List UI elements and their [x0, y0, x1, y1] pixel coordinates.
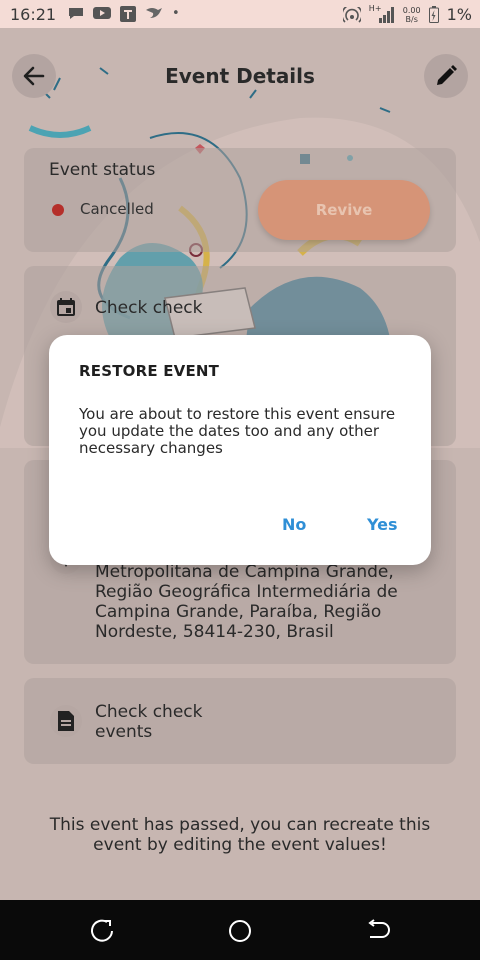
document-icon: [58, 711, 74, 731]
back-nav-icon[interactable]: [365, 918, 391, 944]
pencil-icon: [437, 65, 457, 85]
dialog-message: You are about to restore this event ensu…: [79, 405, 396, 457]
battery-level: 1%: [446, 5, 472, 24]
system-icons: H+ 0.00 B/s 1%: [342, 4, 472, 24]
dialog-no-button[interactable]: No: [282, 515, 306, 534]
calendar-icon-wrap: [50, 291, 82, 323]
more-notifications-icon: •: [172, 6, 180, 21]
dialog-title: RESTORE EVENT: [79, 362, 220, 380]
bird-icon: [146, 8, 162, 18]
calendar-icon: [57, 298, 75, 316]
event-status-card: Event status Cancelled Revive: [24, 148, 456, 252]
chat-icon: [69, 8, 83, 19]
revive-button[interactable]: Revive: [258, 180, 430, 240]
description-card: Check check events: [24, 678, 456, 764]
status-label: Cancelled: [80, 200, 154, 218]
system-nav-bar: [0, 900, 480, 960]
recent-apps-icon[interactable]: [89, 918, 115, 944]
data-speed: 0.00 B/s: [402, 5, 421, 24]
event-status-heading: Event status: [49, 160, 156, 180]
home-icon[interactable]: [227, 918, 253, 944]
youtube-icon: [93, 7, 111, 19]
t-app-icon: [120, 6, 136, 22]
restore-event-dialog: RESTORE EVENT You are about to restore t…: [49, 335, 431, 565]
hotspot-icon: [342, 6, 361, 23]
notification-icons: •: [68, 6, 180, 22]
edit-button[interactable]: [424, 54, 468, 98]
status-dot: [52, 204, 64, 216]
app-bar: Event Details: [0, 28, 480, 128]
event-description: Check check events: [95, 702, 203, 742]
page-title: Event Details: [165, 64, 315, 88]
status-time: 16:21: [10, 5, 57, 24]
event-passed-message: This event has passed, you can recreate …: [49, 815, 431, 855]
status-bar: 16:21 • H+ 0.00 B/s 1%: [0, 0, 480, 28]
dialog-yes-button[interactable]: Yes: [367, 515, 398, 534]
document-icon-wrap: [50, 705, 82, 737]
event-title: Check check: [95, 298, 203, 318]
battery-icon: [428, 6, 439, 23]
event-address: Metropolitana de Campina Grande, Região …: [95, 562, 398, 642]
signal-icon: H+: [369, 4, 395, 24]
